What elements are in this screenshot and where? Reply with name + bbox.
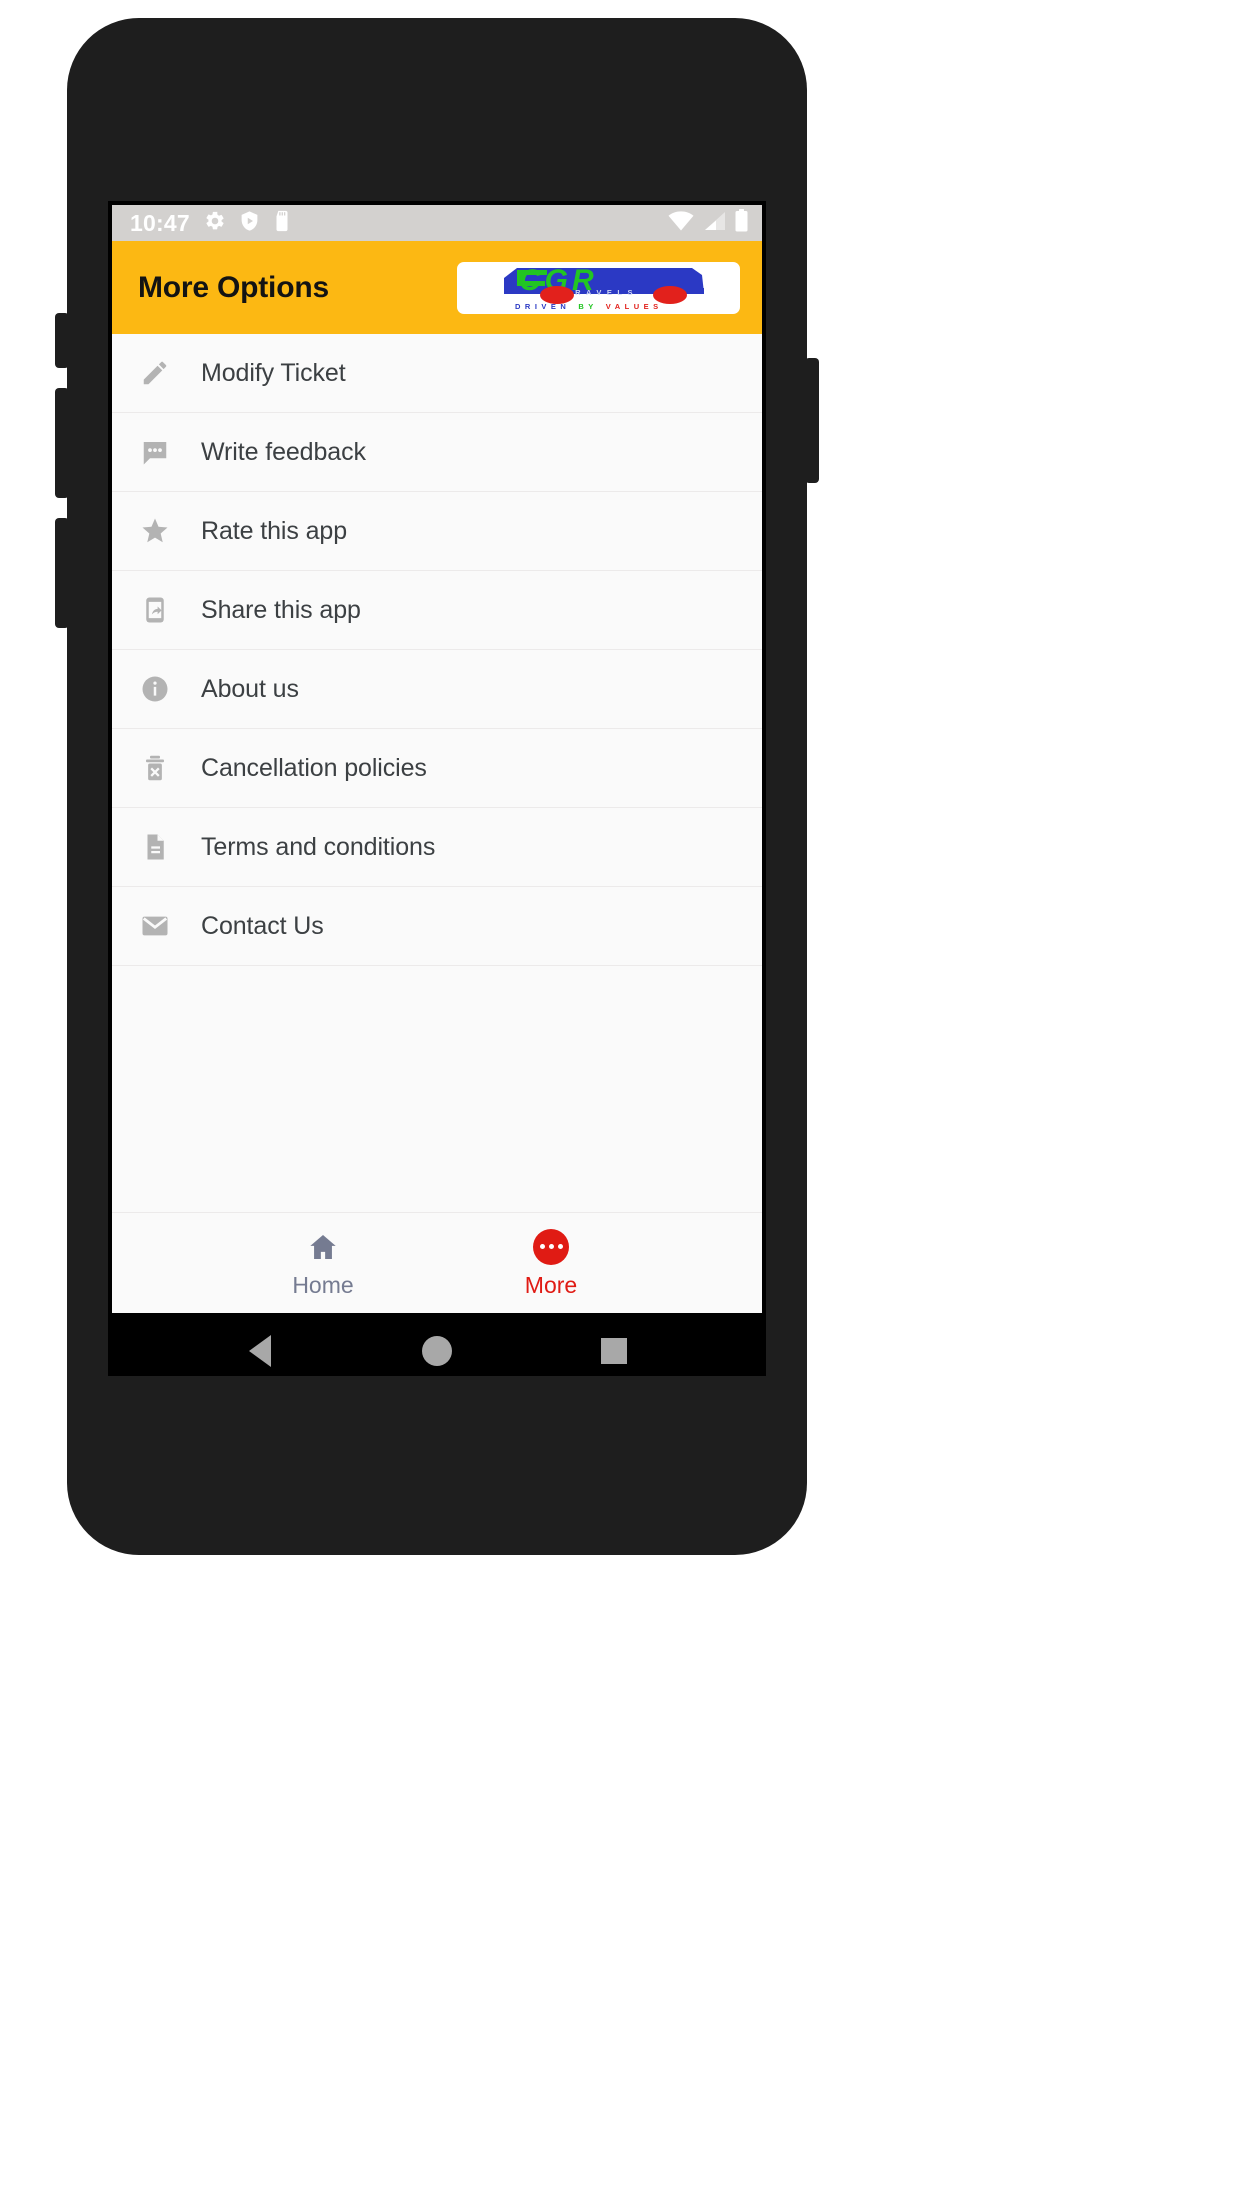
menu-item-label: Cancellation policies: [201, 753, 427, 782]
tab-more-label: More: [524, 1271, 578, 1298]
menu-empty-space: [112, 966, 762, 1213]
more-dots-icon: [533, 1228, 569, 1266]
menu-item-label: Modify Ticket: [201, 358, 346, 387]
menu-item-modify-ticket[interactable]: Modify Ticket: [112, 334, 762, 413]
menu-item-label: Share this app: [201, 595, 361, 624]
wifi-icon: [668, 210, 694, 236]
sd-card-icon: [273, 210, 291, 237]
menu-item-label: Write feedback: [201, 437, 366, 466]
info-circle-icon: [138, 672, 172, 706]
document-icon: [138, 830, 172, 864]
phone-screen: 10:47 More Options CGR TRAVELS DRIVEN BY…: [108, 201, 766, 1376]
share-phone-icon: [138, 593, 172, 627]
home-icon[interactable]: [392, 1335, 482, 1366]
volume-down-button[interactable]: [55, 388, 69, 498]
power-button[interactable]: [805, 358, 819, 483]
cgr-travels-logo: CGR TRAVELS DRIVEN BY VALUES: [457, 261, 740, 314]
menu-item-write-feedback[interactable]: Write feedback: [112, 413, 762, 492]
tab-home[interactable]: Home: [258, 1228, 388, 1299]
bottom-tab-bar: Home More: [112, 1213, 762, 1313]
status-bar-clock: 10:47: [130, 209, 190, 236]
logo-artwork: CGR TRAVELS DRIVEN BY VALUES: [504, 264, 704, 311]
status-bar-notification-icons: [204, 210, 291, 237]
back-icon[interactable]: [215, 1334, 305, 1367]
status-bar: 10:47: [112, 205, 762, 241]
app-header-bar: More Options CGR TRAVELS DRIVEN BY VALUE…: [112, 241, 762, 334]
tab-home-label: Home: [292, 1271, 354, 1298]
menu-item-cancellation-policies[interactable]: Cancellation policies: [112, 729, 762, 808]
menu-item-label: About us: [201, 674, 299, 703]
home-icon: [306, 1228, 340, 1266]
menu-item-contact-us[interactable]: Contact Us: [112, 887, 762, 966]
svg-text:TRAVELS: TRAVELS: [565, 288, 638, 297]
menu-item-label: Terms and conditions: [201, 832, 436, 861]
comment-dots-icon: [138, 435, 172, 469]
status-bar-system-icons: [668, 209, 748, 237]
mute-switch-button[interactable]: [55, 518, 69, 628]
star-icon: [138, 514, 172, 548]
volume-up-button[interactable]: [55, 313, 69, 368]
envelope-icon: [138, 909, 172, 943]
play-protect-shield-icon: [239, 210, 260, 237]
tab-more[interactable]: More: [486, 1228, 616, 1299]
menu-item-terms-and-conditions[interactable]: Terms and conditions: [112, 808, 762, 887]
battery-icon: [735, 209, 748, 237]
gear-icon: [204, 210, 226, 237]
android-navigation-bar: [112, 1313, 762, 1372]
menu-item-about-us[interactable]: About us: [112, 650, 762, 729]
menu-item-label: Rate this app: [201, 516, 348, 545]
menu-item-share-this-app[interactable]: Share this app: [112, 571, 762, 650]
menu-item-label: Contact Us: [201, 911, 324, 940]
cellular-signal-icon: [703, 211, 726, 236]
more-options-menu-list: Modify Ticket Write feedback Rate this a…: [112, 334, 762, 1213]
trash-x-icon: [138, 751, 172, 785]
svg-text:DRIVENBYVALUES: DRIVEN BY VALUES: [515, 302, 663, 311]
recents-icon[interactable]: [569, 1337, 659, 1364]
phone-device-frame: 10:47 More Options CGR TRAVELS DRIVEN BY…: [55, 18, 819, 1555]
page-title: More Options: [138, 270, 329, 304]
pencil-icon: [138, 356, 172, 390]
menu-item-rate-this-app[interactable]: Rate this app: [112, 492, 762, 571]
